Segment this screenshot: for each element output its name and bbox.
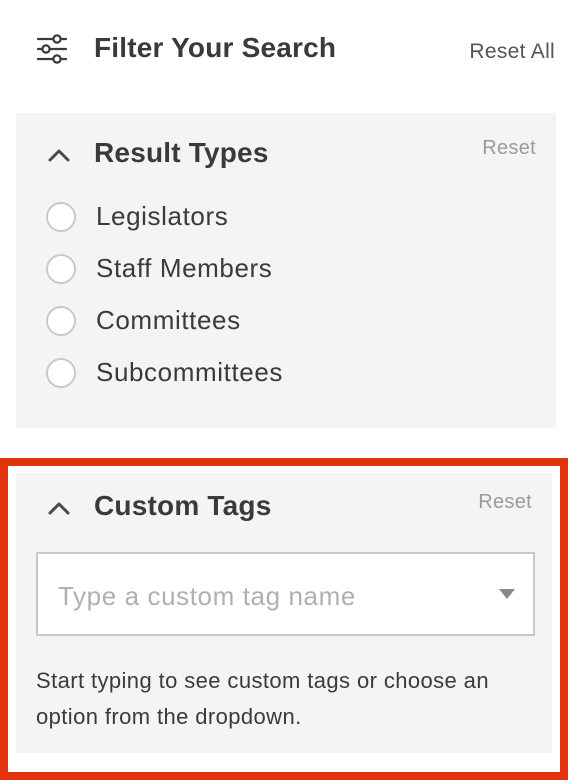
custom-tag-placeholder: Type a custom tag name	[58, 581, 356, 611]
custom-tags-helper-text: Start typing to see custom tags or choos…	[36, 668, 489, 729]
result-type-option-committees[interactable]: Committees	[46, 305, 516, 340]
chevron-up-icon[interactable]	[48, 148, 70, 162]
page-title: Filter Your Search	[94, 32, 337, 63]
reset-all-button[interactable]: Reset All	[469, 40, 555, 64]
custom-tag-input[interactable]: Type a custom tag name	[36, 552, 535, 636]
radio-label: Staff Members	[96, 253, 273, 283]
custom-tags-reset-button[interactable]: Reset	[478, 491, 532, 514]
radio-label: Committees	[96, 305, 241, 335]
radio-button[interactable]	[46, 306, 76, 336]
radio-button[interactable]	[46, 358, 76, 388]
result-types-title[interactable]: Result Types	[94, 137, 269, 169]
caret-down-icon[interactable]	[499, 589, 515, 599]
radio-button[interactable]	[46, 202, 76, 232]
result-type-option-legislators[interactable]: Legislators	[46, 201, 516, 236]
result-types-panel: Result Types Reset Legislators Staff Mem…	[16, 113, 556, 428]
custom-tags-title[interactable]: Custom Tags	[94, 490, 271, 522]
filter-header: Filter Your Search Reset All	[0, 0, 572, 100]
radio-label: Subcommittees	[96, 357, 283, 387]
radio-button[interactable]	[46, 254, 76, 284]
result-type-option-staff-members[interactable]: Staff Members	[46, 253, 516, 288]
result-type-option-subcommittees[interactable]: Subcommittees	[46, 357, 516, 392]
radio-label: Legislators	[96, 201, 229, 231]
custom-tags-panel: Custom Tags Reset Type a custom tag name…	[16, 473, 552, 753]
filter-sliders-icon	[36, 34, 68, 64]
chevron-up-icon[interactable]	[48, 501, 70, 515]
result-types-reset-button[interactable]: Reset	[482, 137, 536, 160]
